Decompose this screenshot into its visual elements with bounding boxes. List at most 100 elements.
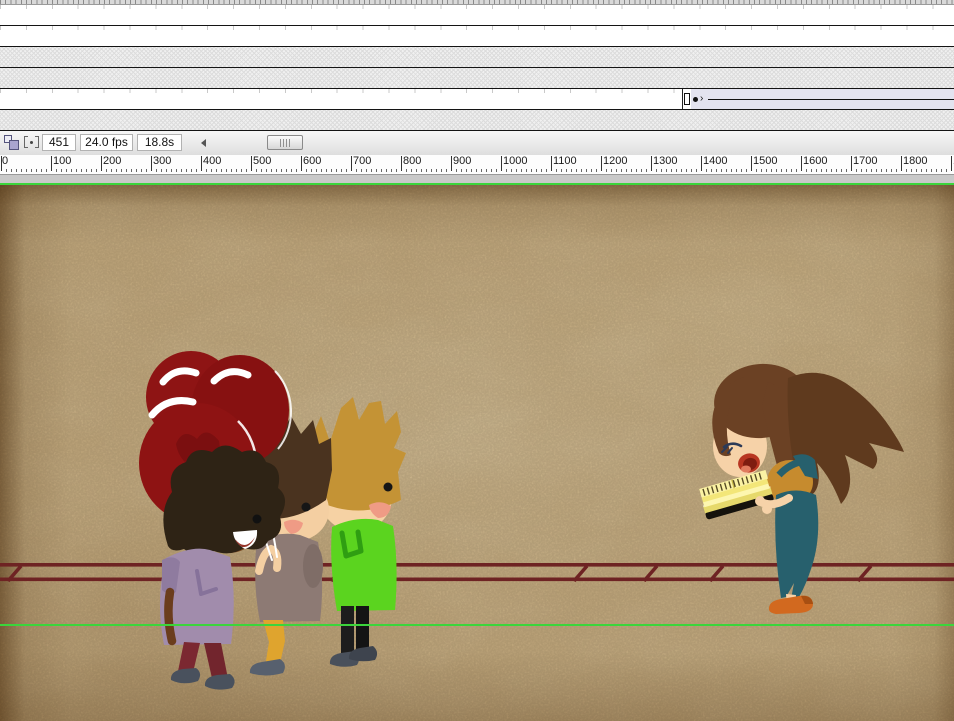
ruler-minor-tick: [131, 169, 132, 172]
ruler-minor-tick: [691, 169, 692, 172]
ruler-minor-tick: [396, 169, 397, 172]
ruler-minor-tick: [181, 169, 182, 172]
timeline-layer-row-6[interactable]: [0, 110, 954, 131]
ruler-minor-tick: [106, 169, 107, 172]
ruler-minor-tick: [311, 169, 312, 172]
stage-canvas[interactable]: [0, 184, 954, 721]
ruler-minor-tick: [811, 169, 812, 172]
character-girl-reading[interactable]: [698, 359, 904, 614]
ruler-label: 1500: [753, 155, 777, 167]
scrollbar-thumb[interactable]: [267, 135, 303, 150]
frame-rate-field[interactable]: 24.0 fps: [80, 134, 133, 151]
tween-arrow-line: [708, 99, 954, 100]
ruler-minor-tick: [346, 169, 347, 172]
ruler-minor-tick: [416, 169, 417, 172]
ruler-minor-tick: [871, 169, 872, 172]
timeline-layer-row-5[interactable]: ›: [0, 89, 954, 110]
ruler-minor-tick: [716, 169, 717, 172]
motion-tween-span[interactable]: ›: [691, 89, 954, 109]
ruler-major-tick: [851, 156, 852, 171]
ruler-minor-tick: [781, 169, 782, 172]
ruler-minor-tick: [486, 169, 487, 172]
ruler-minor-tick: [756, 169, 757, 172]
ruler-minor-tick: [441, 169, 442, 172]
ruler-minor-tick: [636, 169, 637, 172]
ruler-minor-tick: [466, 169, 467, 172]
ruler-minor-tick: [611, 169, 612, 172]
timeline-layer-row-4[interactable]: [0, 68, 954, 89]
ruler-minor-tick: [941, 169, 942, 172]
ruler-minor-tick: [566, 169, 567, 172]
ruler-minor-tick: [591, 169, 592, 172]
ruler-minor-tick: [286, 169, 287, 172]
frame-boundary: [682, 89, 683, 109]
ruler-minor-tick: [836, 169, 837, 172]
ruler-minor-tick: [426, 169, 427, 172]
ruler-minor-tick: [191, 169, 192, 172]
ruler-major-tick: [51, 156, 52, 171]
ruler-minor-tick: [361, 169, 362, 172]
current-frame-field[interactable]: 451: [42, 134, 76, 151]
blonde-pants: [341, 606, 354, 654]
ruler-minor-tick: [906, 169, 907, 172]
timeline-layer-row-2[interactable]: [0, 26, 954, 47]
timeline-layer-row-1[interactable]: [0, 5, 954, 26]
ruler-major-tick: [151, 156, 152, 171]
ruler-label: 1300: [653, 155, 677, 167]
center-frame-icon[interactable]: [23, 134, 40, 151]
ruler-minor-tick: [6, 169, 7, 172]
girl-hand: [755, 496, 765, 506]
ruler-minor-tick: [16, 169, 17, 172]
ruler-major-tick: [251, 156, 252, 171]
stage-horizontal-ruler[interactable]: 0100200300400500600700800900100011001200…: [0, 155, 954, 175]
ruler-minor-tick: [606, 169, 607, 172]
elapsed-time-field[interactable]: 18.8s: [137, 134, 182, 151]
ruler-minor-tick: [696, 169, 697, 172]
ruler-minor-tick: [456, 169, 457, 172]
guide-line-2[interactable]: [0, 624, 954, 626]
character-boy-blonde[interactable]: [309, 397, 406, 667]
ruler-label: 1200: [603, 155, 627, 167]
ruler-minor-tick: [121, 169, 122, 172]
blonde-eye: [384, 483, 393, 492]
ruler-minor-tick: [31, 169, 32, 172]
tween-caret: ›: [700, 92, 703, 106]
ruler-minor-tick: [36, 169, 37, 172]
guide-line-1[interactable]: [0, 183, 954, 185]
ruler-minor-tick: [721, 169, 722, 172]
scrollbar-left-arrow[interactable]: [201, 139, 206, 147]
ruler-minor-tick: [881, 169, 882, 172]
ruler-minor-tick: [826, 169, 827, 172]
ruler-major-tick: [951, 156, 952, 171]
ruler-minor-tick: [356, 169, 357, 172]
ruler-minor-tick: [816, 169, 817, 172]
ruler-minor-tick: [646, 169, 647, 172]
edit-multiple-frames-icon[interactable]: [3, 134, 20, 151]
ruler-minor-tick: [731, 169, 732, 172]
ruler-minor-tick: [226, 169, 227, 172]
ruler-minor-tick: [631, 169, 632, 172]
ruler-minor-tick: [81, 169, 82, 172]
ruler-minor-tick: [136, 169, 137, 172]
ruler-minor-tick: [931, 169, 932, 172]
span-end-marker[interactable]: [684, 93, 690, 105]
timeline-status-bar: 451 24.0 fps 18.8s: [0, 131, 954, 156]
timeline-panel: ›: [0, 0, 954, 131]
keyframe-dot[interactable]: [693, 97, 698, 102]
ruler-minor-tick: [391, 169, 392, 172]
animation-editor-window: › 451 24.0 fps 18.8s 0100200300400500600…: [0, 0, 954, 721]
ruler-minor-tick: [146, 169, 147, 172]
ruler-minor-tick: [491, 169, 492, 172]
ruler-minor-tick: [911, 169, 912, 172]
ruler-minor-tick: [206, 169, 207, 172]
ruler-major-tick: [701, 156, 702, 171]
ruler-minor-tick: [846, 169, 847, 172]
ruler-minor-tick: [531, 169, 532, 172]
ruler-minor-tick: [496, 169, 497, 172]
ruler-major-tick: [301, 156, 302, 171]
ruler-minor-tick: [186, 169, 187, 172]
timeline-layer-row-3[interactable]: [0, 47, 954, 68]
ruler-minor-tick: [11, 169, 12, 172]
ruler-minor-tick: [476, 169, 477, 172]
ruler-label: 200: [103, 155, 121, 167]
